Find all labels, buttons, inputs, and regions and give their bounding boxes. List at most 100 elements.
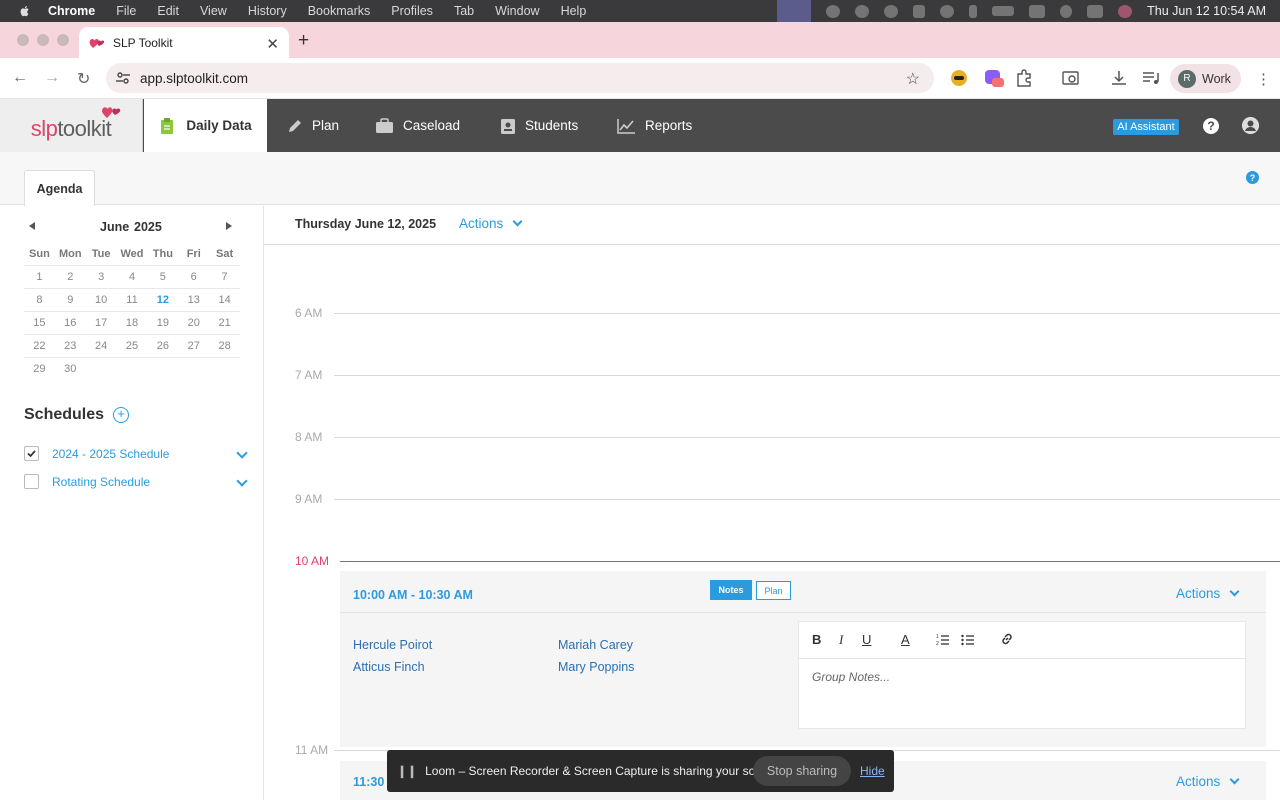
calendar-day[interactable]: 27 — [178, 335, 209, 357]
calendar-day[interactable]: 25 — [117, 335, 148, 357]
text-color-button[interactable]: A — [901, 632, 910, 647]
calendar-day[interactable]: 14 — [209, 289, 240, 311]
calendar-day[interactable]: 26 — [147, 335, 178, 357]
menu-profiles[interactable]: Profiles — [391, 4, 433, 18]
bullet-list-icon[interactable] — [961, 633, 975, 646]
calendar-day[interactable]: 29 — [24, 358, 55, 380]
italic-button[interactable]: I — [839, 632, 843, 648]
spotlight-icon[interactable] — [1060, 4, 1073, 18]
calendar-day[interactable]: 19 — [147, 312, 178, 334]
student-link[interactable]: Hercule Poirot — [353, 638, 432, 652]
browser-tab[interactable]: SLP Toolkit ✕ — [79, 27, 289, 58]
schedule-label[interactable]: 2024 - 2025 Schedule — [52, 447, 169, 461]
group-notes-editor[interactable]: B I U A 12 Group Notes... — [798, 621, 1247, 729]
nav-plan[interactable]: Plan — [287, 99, 339, 152]
hide-banner-link[interactable]: Hide — [860, 764, 885, 778]
schedule-label[interactable]: Rotating Schedule — [52, 475, 150, 489]
group-notes-placeholder[interactable]: Group Notes... — [812, 670, 890, 684]
browser-menu-icon[interactable]: ⋮ — [1256, 70, 1271, 88]
control-center-icon[interactable] — [1087, 4, 1104, 18]
calendar-day[interactable]: 22 — [24, 335, 55, 357]
nav-reports[interactable]: Reports — [617, 99, 692, 152]
grammarly-icon[interactable] — [855, 4, 870, 18]
url-text[interactable]: app.slptoolkit.com — [140, 71, 248, 86]
link-icon[interactable] — [1000, 632, 1014, 646]
media-controls-icon[interactable] — [1141, 69, 1161, 87]
calendar-day[interactable]: 23 — [55, 335, 86, 357]
new-tab-icon[interactable]: + — [298, 30, 309, 52]
calendar-day[interactable]: 28 — [209, 335, 240, 357]
downloads-icon[interactable] — [1109, 69, 1129, 87]
siri-icon[interactable] — [1118, 4, 1133, 18]
close-tab-icon[interactable]: ✕ — [266, 35, 279, 53]
prev-month-icon[interactable] — [29, 222, 35, 230]
schedule-checkbox[interactable] — [24, 474, 39, 489]
tab-agenda[interactable]: Agenda — [24, 170, 95, 206]
session-time[interactable]: 11:30 — [353, 775, 384, 789]
bold-button[interactable]: B — [812, 632, 821, 647]
forward-arrow-icon[interactable]: → — [44, 69, 60, 87]
play-icon[interactable] — [940, 4, 955, 18]
menu-file[interactable]: File — [116, 4, 136, 18]
chatgpt-icon[interactable] — [884, 4, 899, 18]
drag-handle-icon[interactable]: ❙❙ — [397, 764, 417, 778]
underline-button[interactable]: U — [862, 632, 871, 647]
calendar-day[interactable]: 13 — [178, 289, 209, 311]
bookmark-star-icon[interactable]: ☆ — [906, 69, 920, 89]
profile-button[interactable]: R Work — [1170, 64, 1241, 93]
menu-bookmarks[interactable]: Bookmarks — [308, 4, 371, 18]
session-actions-button[interactable]: Actions — [1176, 586, 1220, 601]
calendar-day[interactable]: 20 — [178, 312, 209, 334]
calendar-day[interactable]: 8 — [24, 289, 55, 311]
calendar-day[interactable]: 24 — [86, 335, 117, 357]
calendar-day[interactable]: 3 — [86, 266, 117, 288]
slp-toolkit-logo[interactable]: slptoolkit — [0, 99, 143, 152]
menu-help[interactable]: Help — [561, 4, 587, 18]
student-link[interactable]: Atticus Finch — [353, 660, 425, 674]
bluetooth-icon[interactable] — [969, 4, 978, 18]
calendar-day[interactable]: 21 — [209, 312, 240, 334]
zoom-window-button[interactable] — [57, 34, 69, 46]
apple-icon[interactable] — [18, 4, 32, 18]
page-help-icon[interactable]: ? — [1246, 171, 1259, 184]
calendar-day[interactable]: 4 — [117, 266, 148, 288]
calendar-day[interactable]: 11 — [117, 289, 148, 311]
schedule-checkbox[interactable] — [24, 446, 39, 461]
calendar-day[interactable]: 5 — [147, 266, 178, 288]
airpods-icon[interactable] — [913, 4, 926, 18]
back-arrow-icon[interactable]: ← — [12, 69, 28, 87]
nav-students[interactable]: Students — [500, 99, 578, 152]
close-window-button[interactable] — [17, 34, 29, 46]
extensions-puzzle-icon[interactable] — [1014, 69, 1034, 87]
notes-toggle-button[interactable]: Notes — [710, 580, 752, 600]
purple-extension-icon[interactable] — [984, 69, 1004, 87]
calendar-day[interactable]: 10 — [86, 289, 117, 311]
site-settings-icon[interactable] — [116, 72, 130, 84]
calendar-day[interactable]: 17 — [86, 312, 117, 334]
calendar-day[interactable]: 2 — [55, 266, 86, 288]
screen-share-status-icon[interactable] — [777, 0, 812, 22]
loom-status-icon[interactable] — [826, 4, 841, 18]
student-link[interactable]: Mary Poppins — [558, 660, 634, 674]
calendar-day[interactable]: 7 — [209, 266, 240, 288]
help-icon[interactable]: ? — [1203, 118, 1219, 134]
battery-icon[interactable] — [992, 6, 1015, 16]
calendar-day[interactable]: 9 — [55, 289, 86, 311]
menu-window[interactable]: Window — [495, 4, 539, 18]
nav-caseload[interactable]: Caseload — [375, 99, 460, 152]
nav-daily-data[interactable]: Daily Data — [144, 99, 267, 152]
stop-sharing-button[interactable]: Stop sharing — [753, 756, 851, 786]
menubar-clock[interactable]: Thu Jun 12 10:54 AM — [1147, 4, 1266, 18]
menu-tab[interactable]: Tab — [454, 4, 474, 18]
tab-search-icon[interactable] — [1061, 69, 1081, 87]
reload-icon[interactable]: ↻ — [77, 69, 90, 89]
schedule-item[interactable]: 2024 - 2025 Schedule — [24, 444, 254, 462]
minimize-window-button[interactable] — [37, 34, 49, 46]
wifi-icon[interactable] — [1029, 4, 1046, 18]
menu-app-name[interactable]: Chrome — [48, 4, 95, 18]
chevron-down-icon[interactable] — [236, 475, 248, 487]
calendar-day[interactable]: 30 — [55, 358, 86, 380]
day-actions-button[interactable]: Actions — [459, 216, 503, 231]
calendar-day-today[interactable]: 12 — [147, 289, 178, 311]
add-schedule-icon[interactable]: + — [113, 407, 129, 423]
